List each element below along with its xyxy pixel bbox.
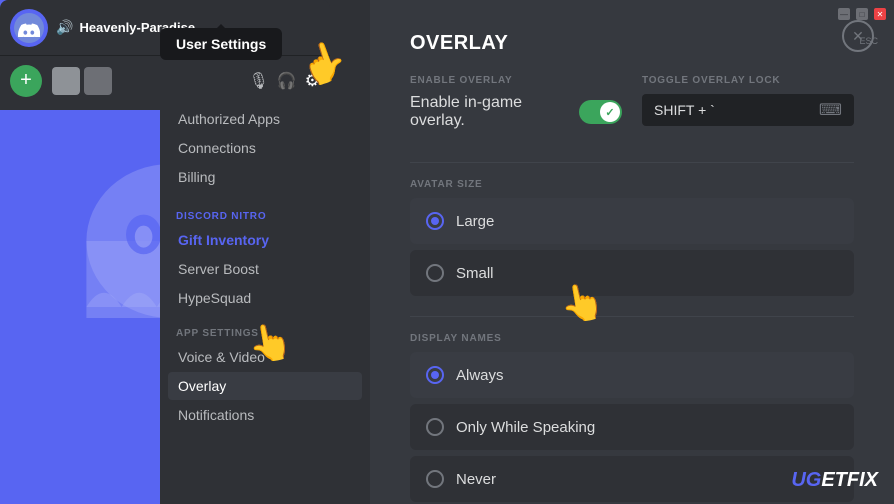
radio-circle-always [426,366,444,384]
toggle-overlay-lock-label: TOGGLE OVERLAY LOCK [642,75,854,86]
radio-only-while-speaking[interactable]: Only While Speaking [410,404,854,450]
radio-large[interactable]: Large [410,198,854,244]
toggle-check-icon: ✓ [605,106,614,119]
sidebar-item-hypesquad[interactable]: HypeSquad [168,284,362,312]
enable-overlay-row: Enable in-game overlay. ✓ [410,94,622,130]
tooltip-label: User Settings [176,36,266,52]
keyboard-icon: ⌨ [819,100,842,120]
radio-circle-large [426,212,444,230]
sidebar-item-overlay[interactable]: Overlay [168,372,362,400]
divider-2 [410,316,854,317]
server-icon-image [14,13,44,43]
radio-label-large: Large [456,213,494,230]
minimize-button[interactable]: — [838,8,850,20]
avatar-group [52,67,112,95]
watermark-etfix: ETFIX [821,469,878,492]
radio-circle-never [426,470,444,488]
radio-never[interactable]: Never [410,456,854,502]
avatar-size-label: AVATAR SIZE [410,179,854,190]
avatar-1 [52,67,80,95]
radio-inner-always [431,371,439,379]
radio-small[interactable]: Small [410,250,854,296]
overlay-toggle[interactable]: ✓ [579,100,622,124]
window-controls: — □ ✕ [838,8,886,20]
shortcut-input[interactable]: SHIFT + ` ⌨ [642,94,854,126]
sidebar-item-notifications[interactable]: Notifications [168,401,362,429]
sidebar-item-gift-inventory[interactable]: Gift Inventory [168,226,362,254]
sidebar-item-connections[interactable]: Connections [168,134,362,162]
headphone-icon[interactable]: 🎧 [277,71,297,91]
radio-circle-small [426,264,444,282]
window-close-button[interactable]: ✕ [874,8,886,20]
maximize-button[interactable]: □ [856,8,868,20]
watermark-ug: UG [791,469,821,492]
radio-inner-large [431,217,439,225]
volume-icon: 🔊 [56,19,73,36]
radio-label-small: Small [456,265,494,282]
radio-circle-speaking [426,418,444,436]
close-label: ESC [859,36,878,46]
overlay-settings-grid: ENABLE OVERLAY Enable in-game overlay. ✓… [410,75,854,146]
enable-overlay-label: ENABLE OVERLAY [410,75,622,86]
toggle-knob: ✓ [600,102,620,122]
section-title: OVERLAY [410,32,854,55]
sidebar-item-billing[interactable]: Billing [168,163,362,191]
mic-icon[interactable]: 🎙 [249,71,269,91]
radio-label-speaking: Only While Speaking [456,419,595,436]
server-icon[interactable] [10,9,48,47]
enable-in-game-overlay-text: Enable in-game overlay. [410,94,579,130]
divider-1 [410,162,854,163]
user-settings-tooltip: User Settings [160,28,282,60]
display-names-label: DISPLAY NAMES [410,333,854,344]
enable-overlay-col: ENABLE OVERLAY Enable in-game overlay. ✓ [410,75,622,146]
add-server-button[interactable]: + [10,65,42,97]
watermark: UG ETFIX [791,469,878,492]
main-content: OVERLAY ENABLE OVERLAY Enable in-game ov… [370,0,894,504]
app-settings-section-label: APP SETTINGS [168,320,362,343]
avatar-size-group: AVATAR SIZE Large Small [410,179,854,296]
discord-nitro-section-label: Discord Nitro [168,203,362,226]
avatar-2 [84,67,112,95]
radio-always[interactable]: Always [410,352,854,398]
sidebar-item-server-boost[interactable]: Server Boost [168,255,362,283]
sidebar-item-voice-video[interactable]: Voice & Video [168,343,362,371]
shortcut-text: SHIFT + ` [654,102,811,118]
display-names-group: DISPLAY NAMES Always Only While Speaking… [410,333,854,502]
radio-label-always: Always [456,367,504,384]
toggle-lock-col: TOGGLE OVERLAY LOCK SHIFT + ` ⌨ [642,75,854,126]
radio-label-never: Never [456,471,496,488]
